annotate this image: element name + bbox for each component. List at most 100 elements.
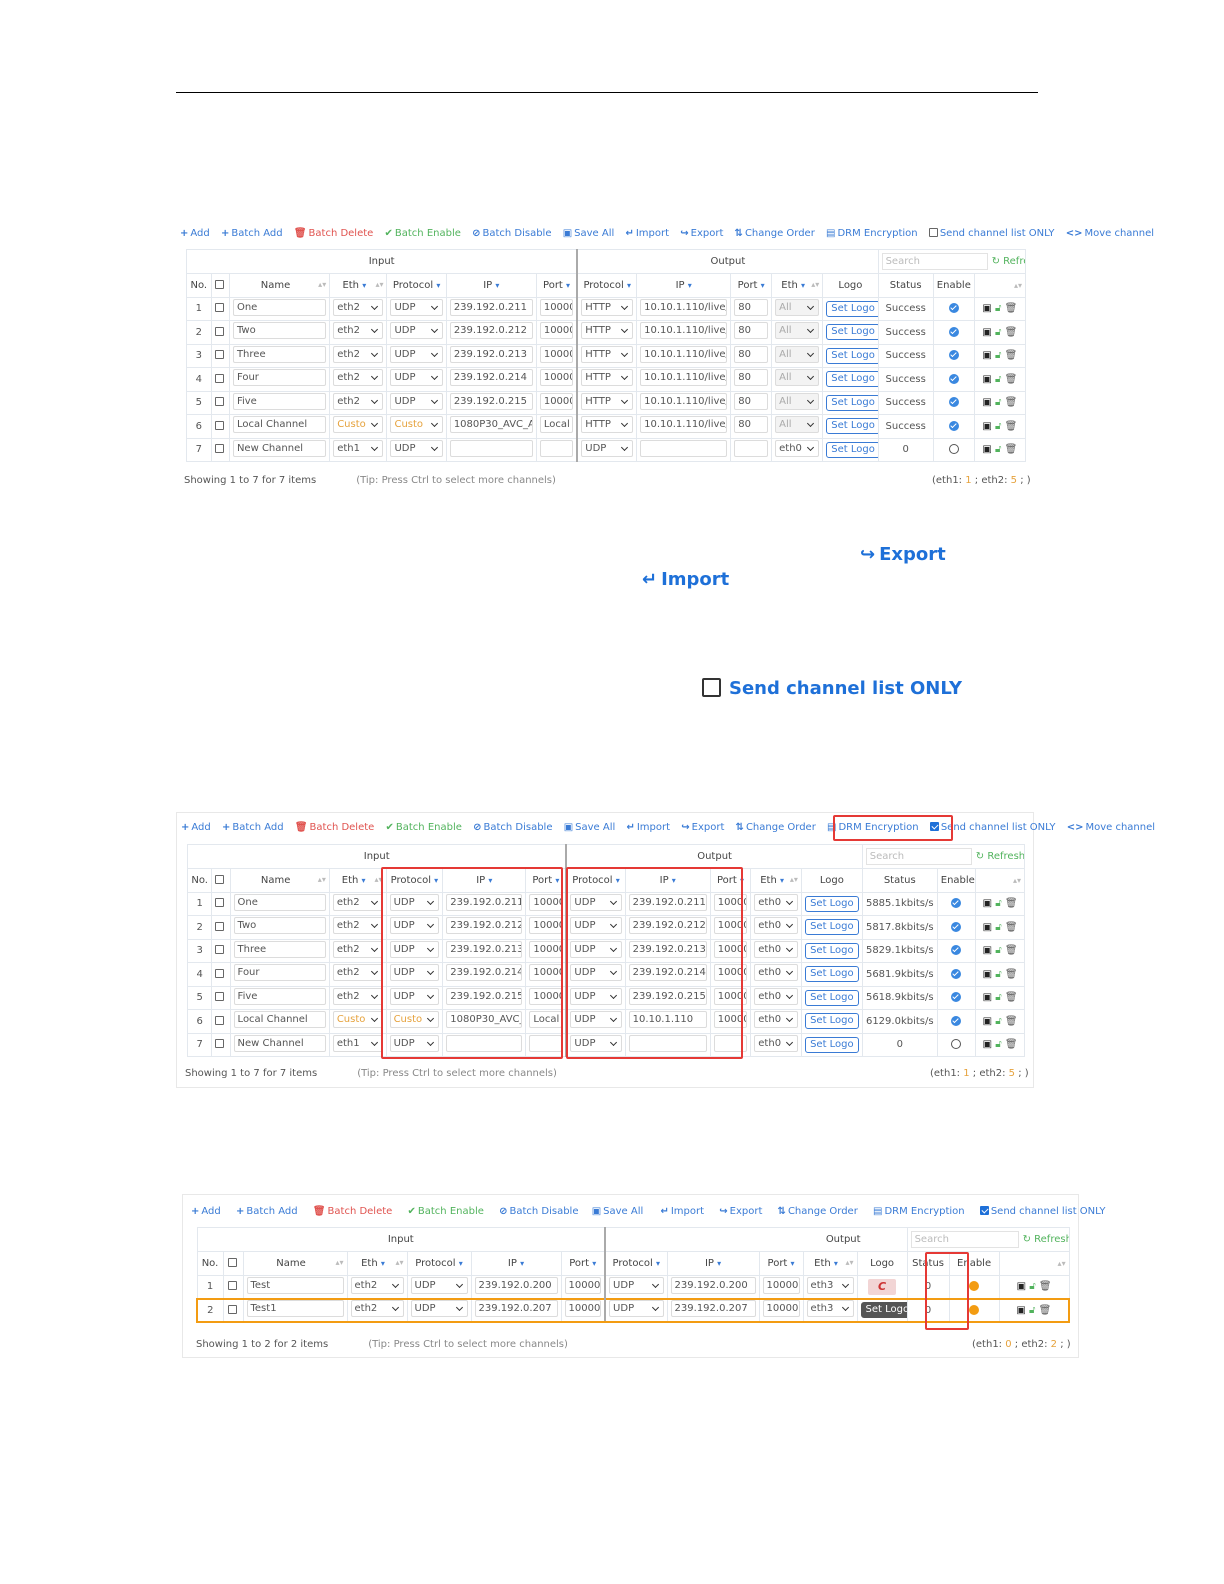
trash-icon[interactable]: 🗑︎ (1005, 421, 1018, 432)
output-eth-select[interactable]: All (775, 345, 820, 363)
protocol-select[interactable]: Custo (390, 416, 443, 434)
unlock-icon[interactable]: 🔓︎ (995, 303, 1001, 314)
unlock-icon[interactable]: 🔓︎ (995, 421, 1001, 432)
row-select-cell[interactable] (210, 437, 230, 462)
col-name[interactable]: Name ▴▾ (228, 273, 331, 298)
unlock-icon[interactable]: 🔓︎ (995, 922, 1001, 933)
row-select-cell[interactable] (211, 985, 231, 1010)
output-protocol-select[interactable]: UDP (570, 1034, 622, 1052)
name-field[interactable]: Test (246, 1276, 344, 1294)
logo-image[interactable]: C (868, 1278, 897, 1295)
row-select-cell[interactable] (211, 1032, 231, 1057)
batch-enable-button[interactable]: ✔ Batch Enable (385, 228, 461, 239)
unlock-icon[interactable]: 🔓︎ (1029, 1305, 1035, 1316)
set-logo-button[interactable]: Set Logo (805, 895, 859, 912)
status-dot-icon[interactable] (969, 1304, 980, 1315)
eth-select[interactable]: eth2 (332, 893, 383, 911)
send-channel-list-only-checkbox[interactable]: Send channel list ONLY (929, 822, 1056, 833)
name-field[interactable]: New Channel (233, 1034, 326, 1052)
change-order-button[interactable]: ⇅ Change Order (735, 228, 815, 239)
trash-icon[interactable]: 🗑︎ (1005, 1039, 1018, 1050)
batch-add-button[interactable]: + Batch Add (221, 228, 283, 239)
output-ip-field[interactable]: 10.10.1.110/live/0 (640, 345, 728, 363)
send-channel-list-only-checkbox[interactable]: Send channel list ONLY (979, 1206, 1106, 1217)
trash-icon[interactable]: 🗑︎ (1005, 444, 1018, 455)
protocol-select[interactable]: Custo (389, 1011, 440, 1029)
name-field[interactable]: Five (232, 392, 327, 410)
row-select-cell[interactable] (210, 367, 230, 392)
port-field[interactable]: Local (529, 1011, 563, 1029)
search-input[interactable]: Search (910, 1231, 1019, 1248)
batch-delete-button[interactable]: 🗑︎ Batch Delete (313, 1206, 392, 1217)
save-icon[interactable]: ▣ (1016, 1305, 1025, 1316)
row-select-cell[interactable] (210, 296, 230, 321)
name-field[interactable]: Two (233, 917, 326, 935)
output-ip-field[interactable]: 239.192.0.200 (670, 1276, 756, 1294)
unlock-icon[interactable]: 🔓︎ (995, 444, 1001, 455)
port-field[interactable]: 10000 (529, 964, 563, 982)
output-eth-select[interactable]: All (775, 416, 820, 434)
eth-select[interactable]: eth2 (333, 345, 384, 363)
output-port-field[interactable]: 80 (734, 322, 769, 340)
port-field[interactable]: 10000 (564, 1276, 602, 1294)
unlock-icon[interactable]: 🔓︎ (995, 945, 1001, 956)
enabled-check-icon[interactable] (951, 968, 962, 979)
col-select-all[interactable] (211, 868, 231, 893)
trash-icon[interactable]: 🗑︎ (1005, 922, 1018, 933)
protocol-select[interactable]: UDP (390, 369, 443, 387)
row-select-cell[interactable] (211, 891, 231, 916)
col-name[interactable]: Name ▴▾ (242, 1251, 348, 1276)
search-input[interactable]: Search (881, 253, 988, 270)
set-logo-button[interactable]: Set Logo (826, 347, 878, 364)
enabled-check-icon[interactable] (948, 420, 959, 431)
ip-field[interactable]: 239.192.0.213 (449, 345, 533, 363)
eth-select[interactable]: eth2 (350, 1300, 404, 1318)
save-icon[interactable]: ▣ (982, 374, 991, 385)
eth-select[interactable]: eth1 (333, 439, 384, 457)
unlock-icon[interactable]: 🔓︎ (995, 992, 1001, 1003)
ip-field[interactable] (449, 439, 533, 457)
output-eth-select[interactable]: eth0 (754, 1034, 798, 1052)
output-port-field[interactable]: 10000 (713, 917, 748, 935)
batch-disable-button[interactable]: ⊘ Batch Disable (499, 1206, 578, 1217)
set-logo-button[interactable]: Set Logo (805, 966, 859, 983)
ip-field[interactable]: 239.192.0.207 (474, 1300, 558, 1318)
add-button[interactable]: + Add (180, 228, 210, 239)
save-icon[interactable]: ▣ (983, 945, 992, 956)
protocol-select[interactable]: UDP (390, 439, 443, 457)
unlock-icon[interactable]: 🔓︎ (995, 397, 1001, 408)
ip-field[interactable]: 239.192.0.214 (449, 369, 533, 387)
output-ip-field[interactable]: 239.192.0.207 (670, 1300, 756, 1318)
save-icon[interactable]: ▣ (983, 1016, 992, 1027)
col-out-port[interactable]: Port ▾ (730, 273, 773, 298)
name-field[interactable]: One (233, 893, 326, 911)
row-select-cell[interactable] (210, 320, 230, 345)
output-protocol-select[interactable]: HTTP (581, 369, 634, 387)
ip-field[interactable]: 239.192.0.212 (449, 322, 533, 340)
batch-delete-button[interactable]: 🗑︎ Batch Delete (295, 822, 374, 833)
name-field[interactable]: Test1 (246, 1300, 344, 1318)
output-eth-select[interactable]: All (775, 298, 820, 316)
unlock-icon[interactable]: 🔓︎ (995, 350, 1001, 361)
set-logo-button[interactable]: Set Logo (805, 989, 859, 1006)
search-input[interactable]: Search (865, 848, 972, 865)
output-protocol-select[interactable]: UDP (570, 917, 622, 935)
output-ip-field[interactable]: 10.10.1.110/live/0 (640, 416, 728, 434)
import-button[interactable]: ↵ Import (625, 228, 669, 239)
output-port-field[interactable]: 10000 (713, 1011, 748, 1029)
output-protocol-select[interactable]: UDP (570, 893, 622, 911)
port-field[interactable]: Local (539, 416, 574, 434)
eth-select[interactable]: Custo (332, 1011, 383, 1029)
batch-disable-button[interactable]: ⊘ Batch Disable (473, 822, 552, 833)
col-out-eth[interactable]: Eth ▾ ▴▾ (802, 1251, 858, 1276)
set-logo-button[interactable]: Set Logo (826, 371, 878, 388)
drm-encryption-button[interactable]: ▤ DRM Encryption (826, 228, 918, 239)
ip-field[interactable] (446, 1034, 523, 1052)
eth-select[interactable]: eth2 (332, 940, 383, 958)
ip-field[interactable]: 239.192.0.213 (446, 940, 523, 958)
name-field[interactable]: Four (232, 369, 327, 387)
trash-icon[interactable]: 🗑︎ (1005, 945, 1018, 956)
eth-select[interactable]: eth2 (332, 964, 383, 982)
output-port-field[interactable]: 10000 (713, 987, 748, 1005)
output-ip-field[interactable]: 10.10.1.110 (628, 1011, 707, 1029)
